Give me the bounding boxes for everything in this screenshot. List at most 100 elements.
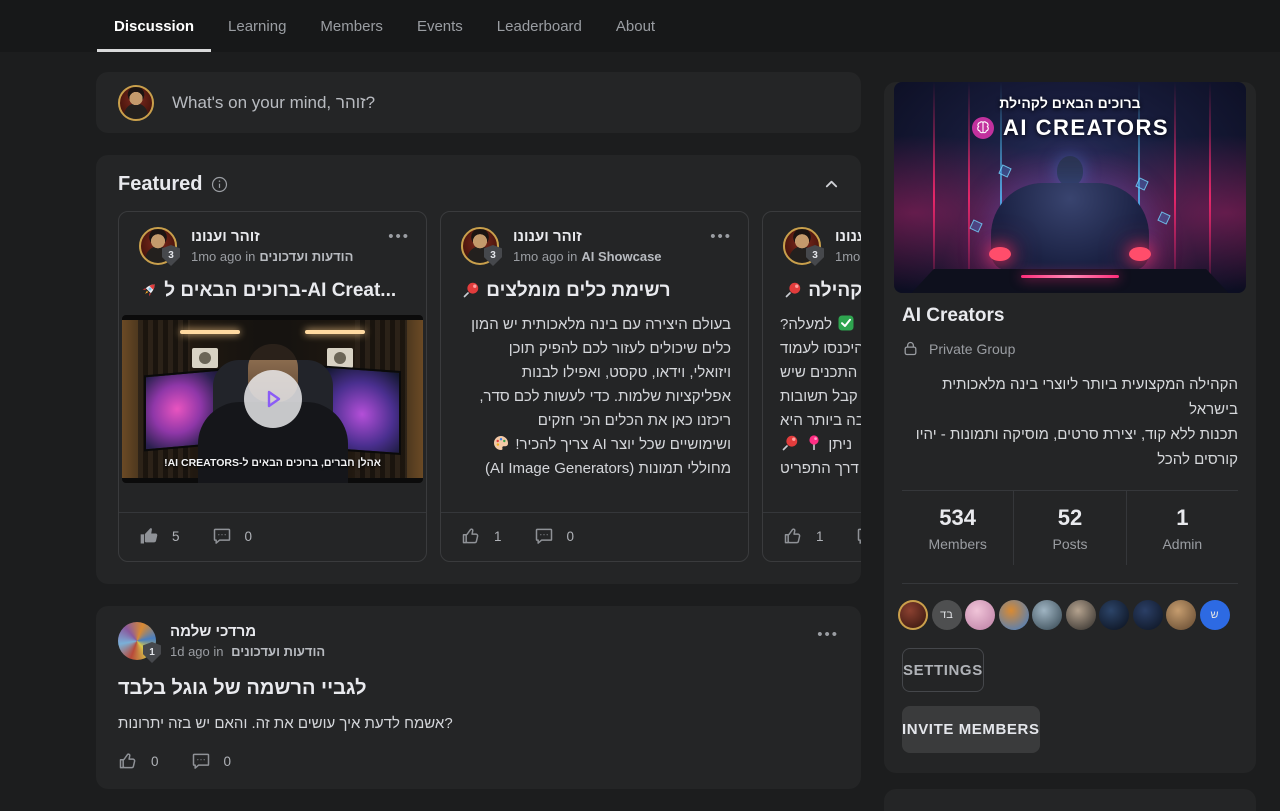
featured-card-header: 3 זוהר וענונו 1mo ago inAI Showcase — [441, 212, 748, 265]
like-button[interactable]: 0 — [118, 751, 159, 771]
stat-value: 534 — [902, 505, 1013, 531]
banner-welcome-text: ברוכים הבאים לקהילת — [894, 95, 1246, 111]
stat-admin[interactable]: 1Admin — [1126, 491, 1238, 565]
author-name[interactable]: זוהר וענונו — [513, 227, 662, 245]
group-stats: 534 Members52Posts1Admin — [902, 491, 1238, 565]
comment-button[interactable]: 0 — [212, 526, 253, 546]
post-card[interactable]: 1 מרדכי שלמה 1d ago in הודעות ועדכונים •… — [96, 606, 861, 789]
emoji-icon — [492, 434, 510, 452]
settings-button[interactable]: SETTINGS — [902, 648, 984, 692]
post-space-link[interactable]: AI Showcase — [581, 249, 661, 264]
comment-button[interactable]: 0 — [191, 751, 232, 771]
body-line: היכנסו לעמוד — [780, 337, 861, 361]
top-nav: DiscussionLearningMembersEventsLeaderboa… — [0, 0, 1280, 52]
group-name: AI Creators — [902, 305, 1238, 327]
body-line: דרך התפריט — [780, 457, 861, 481]
more-options-icon[interactable]: ••• — [388, 228, 410, 245]
banner-brand-name: AI CREATORS — [1003, 115, 1169, 141]
post-space-link[interactable]: הודעות ועדכונים — [231, 644, 325, 659]
author-avatar[interactable]: 3 — [783, 227, 821, 265]
featured-card-header: 3 זוהר וענונו 1mo — [763, 212, 861, 265]
level-badge: 3 — [162, 245, 180, 266]
body-line: למעלה? — [780, 313, 861, 337]
chevron-up-icon[interactable] — [824, 177, 839, 192]
comment-count: 0 — [224, 754, 232, 769]
featured-card-title[interactable]: ברוכים הבאים ל-AI Creat... — [119, 265, 426, 302]
author-name[interactable]: זוהר וענונו — [191, 227, 353, 245]
stat-value: 52 — [1014, 505, 1125, 531]
emoji-icon — [805, 434, 823, 452]
member-avatar[interactable]: בד — [932, 600, 962, 630]
featured-card[interactable]: 3 זוהר וענונו 1mo ago inהודעות ועדכונים •••… — [118, 211, 427, 562]
comment-button[interactable]: 0 — [856, 526, 861, 546]
tab-members[interactable]: Members — [303, 0, 400, 52]
post-author-name[interactable]: מרדכי שלמה — [170, 622, 325, 640]
member-avatar[interactable]: ש — [1200, 600, 1230, 630]
stat-posts[interactable]: 52Posts — [1013, 491, 1125, 565]
tab-events[interactable]: Events — [400, 0, 480, 52]
featured-card-title[interactable]: קהילה — [763, 265, 861, 302]
post-header: 1 מרדכי שלמה 1d ago in הודעות ועדכונים — [118, 622, 839, 660]
featured-card-title[interactable]: רשימת כלים מומלצים — [441, 265, 748, 302]
tab-discussion[interactable]: Discussion — [97, 0, 211, 52]
featured-card-footer: 10 — [441, 512, 748, 561]
tab-learning[interactable]: Learning — [211, 0, 303, 52]
author-avatar[interactable]: 3 — [139, 227, 177, 265]
stat-label: Members — [902, 536, 1013, 552]
post-composer[interactable]: What's on your mind, זוהר? — [96, 72, 861, 133]
current-user-avatar[interactable] — [118, 85, 154, 121]
body-line: קבל תשובות — [780, 385, 861, 409]
stat-members[interactable]: 534 Members — [902, 491, 1013, 565]
post-meta: 1mo ago inAI Showcase — [513, 249, 662, 264]
post-author-avatar[interactable]: 1 — [118, 622, 156, 660]
post-meta: 1mo — [835, 249, 861, 264]
info-icon[interactable] — [211, 176, 228, 193]
author-block: זוהר וענונו 1mo — [835, 227, 861, 265]
post-space-link[interactable]: הודעות ועדכונים — [259, 249, 353, 264]
comment-icon — [534, 526, 554, 546]
like-count: 1 — [494, 529, 502, 544]
body-line: ויזואלי, וידאו, טקסט, ואפילו לבנות — [458, 361, 731, 385]
member-avatar[interactable] — [1066, 600, 1096, 630]
member-avatar[interactable] — [1133, 600, 1163, 630]
featured-card[interactable]: 3 זוהר וענונו 1mo ago inAI Showcase ••• רשי… — [440, 211, 749, 562]
body-line: אפליקציות שלמות. כדי לעשות לכם סדר, — [458, 385, 731, 409]
member-avatar[interactable] — [1032, 600, 1062, 630]
body-line: מחוללי תמונות (AI Image Generators) — [458, 457, 731, 481]
video-thumbnail[interactable]: אהלן חברים, ברוכים הבאים ל-AI CREATORS! — [122, 315, 423, 483]
post-meta: 1d ago in הודעות ועדכונים — [170, 644, 325, 659]
post-meta: 1mo ago inהודעות ועדכונים — [191, 249, 353, 264]
more-options-icon[interactable]: ••• — [817, 626, 839, 643]
author-name[interactable]: זוהר וענונו — [835, 227, 861, 245]
like-count: 5 — [172, 529, 180, 544]
featured-card-footer: 10 — [763, 512, 861, 561]
like-button[interactable]: 1 — [461, 526, 502, 546]
featured-card[interactable]: 3זוהר וענונו1mo••• קהילה למעלה?היכנסו לע… — [762, 211, 861, 562]
tab-about[interactable]: About — [599, 0, 672, 52]
description-line: הקהילה המקצועית ביותר ליוצרי בינה מלאכות… — [902, 372, 1238, 422]
group-info-card: ברוכים הבאים לקהילת AI CREATORS AI Creat… — [884, 82, 1256, 773]
comment-button[interactable]: 0 — [534, 526, 575, 546]
like-button[interactable]: 5 — [139, 526, 180, 546]
post-title[interactable]: לגביי הרשמה של גוגל בלבד — [118, 677, 839, 700]
like-button[interactable]: 1 — [783, 526, 824, 546]
comment-icon — [856, 526, 861, 546]
author-avatar[interactable]: 3 — [461, 227, 499, 265]
level-badge: 3 — [484, 245, 502, 266]
member-avatar[interactable] — [965, 600, 995, 630]
invite-members-button[interactable]: INVITE MEMBERS — [902, 706, 1040, 753]
more-options-icon[interactable]: ••• — [710, 228, 732, 245]
play-button[interactable] — [244, 370, 302, 428]
group-banner-image: ברוכים הבאים לקהילת AI CREATORS — [894, 82, 1246, 293]
member-avatar[interactable] — [898, 600, 928, 630]
stat-value: 1 — [1127, 505, 1238, 531]
tab-leaderboard[interactable]: Leaderboard — [480, 0, 599, 52]
member-avatar[interactable] — [999, 600, 1029, 630]
featured-card-header: 3 זוהר וענונו 1mo ago inהודעות ועדכונים — [119, 212, 426, 265]
member-avatar[interactable] — [1099, 600, 1129, 630]
sidebar: ברוכים הבאים לקהילת AI CREATORS AI Creat… — [884, 72, 1256, 811]
comment-icon — [191, 751, 211, 771]
leaderboard-card: Leaderboard (30-days) — [884, 789, 1256, 811]
member-avatar[interactable] — [1166, 600, 1196, 630]
emoji-icon — [462, 281, 480, 299]
